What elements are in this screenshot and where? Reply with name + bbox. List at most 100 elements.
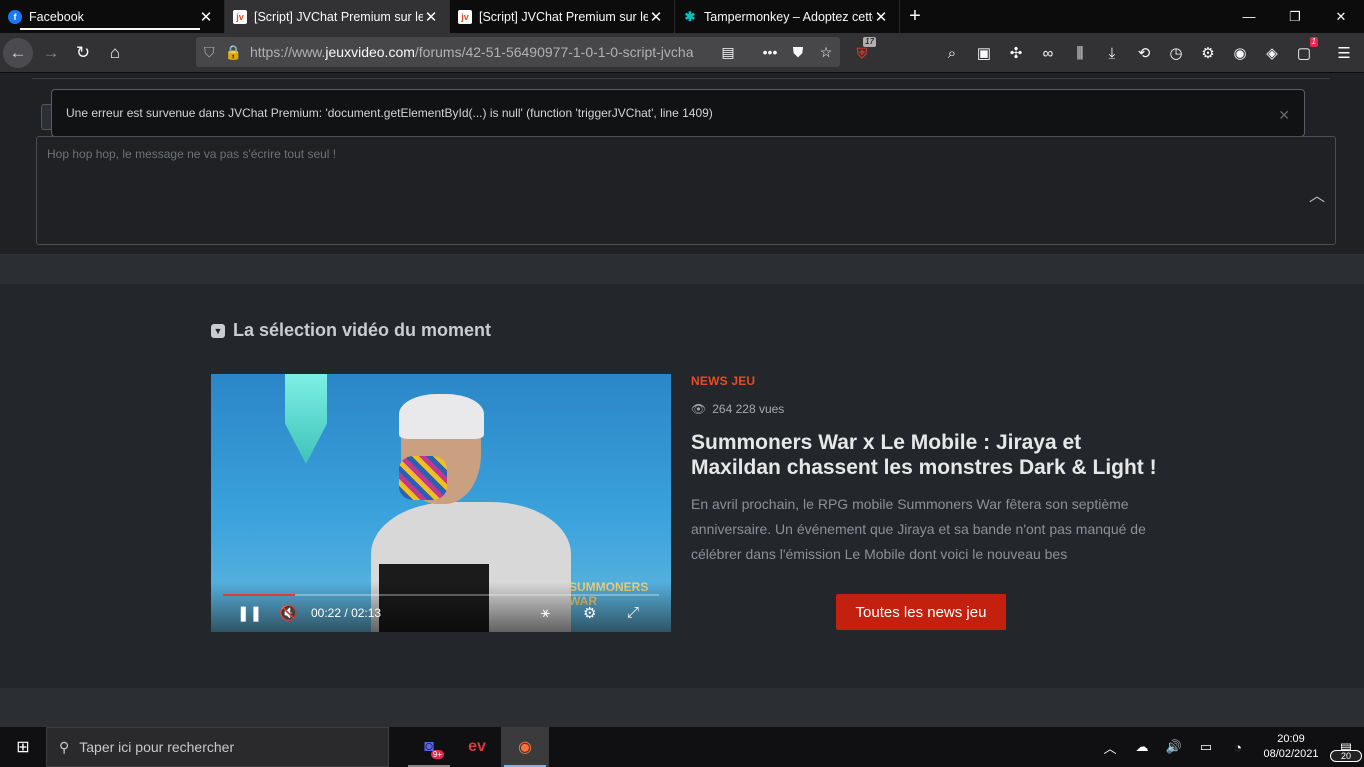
home-button[interactable]: ⌂ — [99, 37, 131, 69]
close-tab-icon[interactable]: ✕ — [198, 8, 214, 26]
wifi-icon[interactable]: ◔ — [1222, 740, 1254, 755]
close-tab-icon[interactable]: ✕ — [423, 8, 439, 26]
tab-bar: f Facebook ✕ jv [Script] JVChat Premium … — [0, 0, 1364, 33]
textarea-placeholder: Hop hop hop, le message ne va pas s'écri… — [47, 147, 337, 161]
tampermonkey-icon: ✱ — [683, 8, 697, 24]
page-actions-icon[interactable]: ••• — [756, 44, 784, 60]
download-icon[interactable]: ⤓ — [1096, 37, 1128, 69]
search-icon: ⚲ — [59, 738, 70, 755]
mask-icon[interactable]: ∞ — [1032, 37, 1064, 69]
forward-button[interactable]: → — [35, 37, 67, 69]
chevron-up-icon[interactable]: ︿ — [1309, 182, 1325, 206]
ublock-icon[interactable]: ⛨ 17 — [846, 37, 878, 69]
tab-title: [Script] JVChat Premium sur le — [479, 9, 648, 24]
view-count: 264 228 vues — [712, 402, 785, 416]
tab-tampermonkey[interactable]: ✱ Tampermonkey – Adoptez cette ✕ — [675, 0, 900, 33]
article-headline[interactable]: Summoners War x Le Mobile : Jiraya et Ma… — [691, 430, 1161, 480]
clock-date: 08/02/2021 — [1263, 748, 1319, 760]
notification-count: 20 — [1330, 749, 1362, 762]
extension-badge-icon[interactable]: ▢ 1 — [1288, 37, 1320, 69]
new-tab-button[interactable]: + — [900, 0, 930, 33]
history-icon[interactable]: ⟲ — [1128, 37, 1160, 69]
video-controls: ❚❚ 🔇 00:22 / 02:13 ⚹ ⚙ ⤢ — [211, 582, 671, 632]
cloud-icon[interactable]: ☁ — [1126, 739, 1158, 755]
windows-start-icon[interactable]: ⊞ — [0, 727, 46, 767]
bookmark-star-icon[interactable]: ☆ — [812, 44, 840, 61]
message-textarea[interactable]: Hop hop hop, le message ne va pas s'écri… — [36, 136, 1336, 245]
facebook-icon: f — [8, 9, 22, 24]
chevron-up-icon[interactable]: ︿ — [1094, 738, 1126, 757]
discord-badge: 9+ — [430, 750, 444, 759]
video-progress-fill — [223, 594, 295, 596]
settings-gear-icon[interactable]: ⚙ — [583, 604, 596, 622]
pocket-icon[interactable]: ⛊ — [784, 44, 812, 61]
restore-icon[interactable]: ❐ — [1272, 0, 1318, 33]
video-time: 00:22 / 02:13 — [311, 606, 381, 620]
toolbar-icons: ⌕ ▣ ✣ ∞ ⫼ ⤓ ⟲ ◷ ⚙ ◉ ◈ ▢ 1 ☰ — [936, 37, 1360, 69]
firefox-app[interactable]: ◉ — [501, 727, 549, 767]
close-window-icon[interactable]: ✕ — [1318, 0, 1364, 33]
video-duration: 02:13 — [351, 606, 382, 620]
video-download-icon[interactable]: ◈ — [1256, 37, 1288, 69]
gear-icon[interactable]: ⚙ — [1192, 37, 1224, 69]
all-news-button[interactable]: Toutes les news jeu — [836, 594, 1006, 630]
reload-button[interactable]: ↻ — [67, 37, 99, 69]
tab-jvchat-1[interactable]: jv [Script] JVChat Premium sur le ✕ — [225, 0, 450, 33]
section-separator-bottom — [0, 688, 1364, 727]
tab-title: Facebook — [29, 9, 84, 24]
screenshot-icon[interactable]: ▣ — [968, 37, 1000, 69]
chevron-down-icon[interactable]: ▼ — [211, 323, 225, 338]
video-progress-bar[interactable] — [223, 594, 659, 596]
discord-app[interactable]: ◙ 9+ — [405, 727, 453, 767]
shield-icon[interactable]: ⛉ — [204, 44, 215, 61]
share-icon[interactable]: ⚹ — [541, 604, 550, 621]
video-player[interactable]: SUMMONERS WAR ❚❚ 🔇 00:22 / 02:13 ⚹ ⚙ ⤢ — [211, 374, 671, 632]
divider — [32, 78, 1330, 79]
tab-jvchat-2[interactable]: jv [Script] JVChat Premium sur le ✕ — [450, 0, 675, 33]
page-content: Une erreur est survenue dans JVChat Prem… — [0, 73, 1364, 727]
reader-view-icon[interactable]: ▤ — [714, 44, 742, 61]
close-tab-icon[interactable]: ✕ — [873, 8, 889, 26]
article-tag[interactable]: NEWS JEU — [691, 374, 1161, 388]
library-icon[interactable]: ⫼ — [1064, 37, 1096, 69]
clock-icon[interactable]: ◷ — [1160, 37, 1192, 69]
jvc-icon: jv — [458, 9, 472, 24]
menu-icon[interactable]: ☰ — [1328, 37, 1360, 69]
clock-time: 20:09 — [1277, 733, 1305, 745]
section-title: ▼ La sélection vidéo du moment — [211, 320, 491, 341]
taskbar-search[interactable]: ⚲ Taper ici pour rechercher — [46, 727, 389, 767]
close-tab-icon[interactable]: ✕ — [648, 8, 664, 26]
extension-badge: 1 — [1309, 37, 1318, 47]
minimize-icon[interactable]: — — [1226, 0, 1272, 33]
mute-icon[interactable]: 🔇 — [279, 604, 298, 622]
nav-bar: ← → ↻ ⌂ ⛉ 🔒 https://www.jeuxvideo.com/fo… — [0, 33, 1364, 73]
url-domain: jeuxvideo.com — [325, 44, 415, 60]
notification-center[interactable]: ▤ 20 — [1328, 739, 1364, 762]
lock-warning-icon[interactable]: 🔒 — [225, 44, 242, 61]
section-title-text: La sélection vidéo du moment — [233, 320, 492, 340]
video-time-separator: / — [344, 606, 348, 620]
url-bar[interactable]: ⛉ 🔒 https://www.jeuxvideo.com/forums/42-… — [196, 37, 840, 67]
tab-facebook[interactable]: f Facebook ✕ — [0, 0, 225, 33]
account-icon[interactable]: ◉ — [1224, 37, 1256, 69]
expressvpn-icon: ev — [468, 738, 486, 755]
ublock-button[interactable]: ⛨ 17 — [846, 37, 878, 69]
expressvpn-app[interactable]: ev — [453, 727, 501, 767]
windows-taskbar: ⊞ ⚲ Taper ici pour rechercher ◙ 9+ ev ◉ … — [0, 727, 1364, 767]
extensions-icon[interactable]: ✣ — [1000, 37, 1032, 69]
clock[interactable]: 20:09 08/02/2021 — [1254, 732, 1328, 762]
message-editor: Une erreur est survenue dans JVChat Prem… — [0, 73, 1364, 254]
taskbar-search-placeholder: Taper ici pour rechercher — [79, 739, 235, 755]
section-separator — [0, 254, 1364, 284]
back-button[interactable]: ← — [3, 37, 33, 68]
battery-icon[interactable]: ▭ — [1190, 739, 1222, 755]
volume-icon[interactable]: 🔊 — [1158, 739, 1190, 755]
close-toast-icon[interactable]: ✕ — [1278, 107, 1290, 124]
search-icon[interactable]: ⌕ — [936, 37, 968, 69]
ublock-badge: 17 — [863, 37, 876, 47]
article-card: NEWS JEU 👁 264 228 vues Summoners War x … — [691, 374, 1161, 567]
url-actions: ▤ ••• ⛊ ☆ — [714, 37, 840, 67]
fullscreen-icon[interactable]: ⤢ — [627, 604, 639, 621]
firefox-icon: ◉ — [518, 739, 532, 756]
pause-icon[interactable]: ❚❚ — [237, 604, 262, 622]
